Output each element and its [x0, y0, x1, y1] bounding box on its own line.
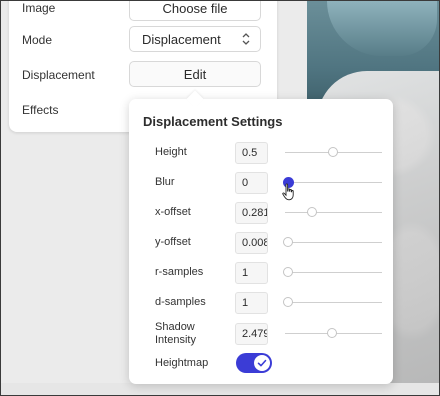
slider-value-input[interactable]: 0.5: [235, 142, 268, 164]
slider-value-input[interactable]: 0: [235, 172, 268, 194]
slider-row-blur: Blur 0: [129, 170, 393, 196]
slider-label: x-offset: [155, 206, 191, 218]
slider-thumb[interactable]: [328, 147, 339, 157]
image-label: Image: [22, 1, 56, 15]
mode-select-value: Displacement: [142, 32, 221, 47]
popover-title: Displacement Settings: [143, 114, 283, 129]
slider-row-x-offset: x-offset 0.281: [129, 200, 393, 226]
slider-row-shadow-intensity: Shadow Intensity 2.479: [129, 320, 393, 350]
displacement-label: Displacement: [22, 68, 95, 82]
mode-select[interactable]: Displacement: [129, 26, 261, 52]
edit-displacement-button[interactable]: Edit: [129, 61, 261, 87]
slider-label: Height: [155, 146, 187, 158]
slider-label: Blur: [155, 176, 175, 188]
slider-label: r-samples: [155, 266, 204, 278]
slider-row-r-samples: r-samples 1: [129, 260, 393, 286]
slider-thumb[interactable]: [283, 237, 293, 247]
slider-thumb[interactable]: [326, 328, 337, 338]
app-frame: Image Choose file Mode Displacement Disp…: [0, 0, 440, 396]
slider-thumb[interactable]: [307, 207, 318, 217]
slider-value-input[interactable]: 1: [235, 262, 268, 284]
slider-label: y-offset: [155, 236, 191, 248]
mode-row: Mode Displacement: [9, 26, 277, 56]
slider-thumb[interactable]: [283, 297, 293, 307]
heightmap-label: Heightmap: [155, 357, 209, 369]
heightmap-row: Heightmap: [129, 352, 393, 378]
photo-hair-region: [327, 1, 437, 56]
slider-thumb[interactable]: [283, 267, 293, 277]
slider-row-y-offset: y-offset 0.008: [129, 230, 393, 256]
slider-track[interactable]: [285, 242, 382, 243]
slider-row-height: Height 0.5: [129, 140, 393, 166]
mode-label: Mode: [22, 33, 53, 47]
hand-cursor-icon: [282, 183, 294, 201]
slider-track[interactable]: [285, 182, 382, 183]
slider-value-input[interactable]: 2.479: [235, 323, 268, 345]
slider-track[interactable]: [285, 212, 382, 213]
displacement-settings-popover: Displacement Settings Height 0.5 Blur 0 …: [129, 90, 393, 384]
choose-file-button[interactable]: Choose file: [129, 1, 261, 21]
bottom-strip: [1, 383, 439, 395]
slider-track[interactable]: [285, 272, 382, 273]
slider-value-input[interactable]: 1: [235, 292, 268, 314]
slider-value-input[interactable]: 0.281: [235, 202, 268, 224]
toggle-knob: [254, 355, 270, 371]
displacement-row: Displacement Edit: [9, 61, 277, 91]
effects-label: Effects: [22, 103, 59, 117]
image-row: Image Choose file: [9, 1, 277, 25]
slider-label: d-samples: [155, 296, 206, 308]
chevron-updown-icon: [242, 33, 250, 45]
slider-label: Shadow Intensity: [155, 321, 196, 346]
slider-track[interactable]: [285, 302, 382, 303]
slider-row-d-samples: d-samples 1: [129, 290, 393, 316]
slider-value-input[interactable]: 0.008: [235, 232, 268, 254]
check-icon: [257, 359, 267, 367]
heightmap-toggle[interactable]: [236, 353, 272, 373]
